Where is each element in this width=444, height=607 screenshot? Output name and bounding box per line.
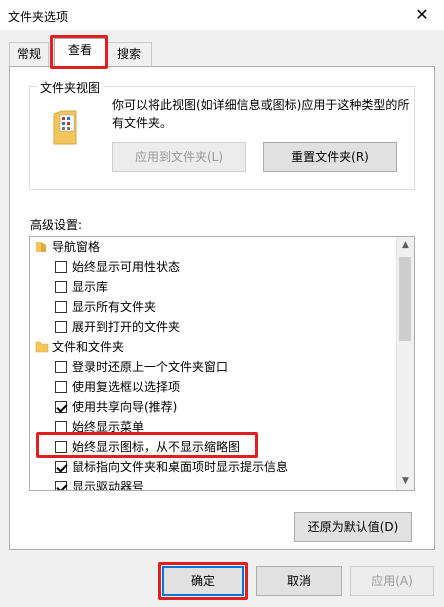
checkbox[interactable] (55, 381, 67, 393)
tab-general[interactable]: 常规 (9, 42, 49, 66)
checkbox[interactable] (55, 321, 67, 333)
checkbox[interactable] (55, 281, 67, 293)
option-label: 使用共享向导(推荐) (72, 400, 178, 414)
scrollbar-thumb[interactable] (399, 257, 411, 341)
checkbox[interactable] (55, 301, 67, 313)
folder-icon (35, 341, 49, 353)
scroll-down-icon[interactable]: ▼ (397, 473, 414, 490)
close-icon[interactable]: ✕ (412, 5, 432, 25)
checkbox[interactable] (55, 261, 67, 273)
checkbox-checked[interactable] (55, 461, 67, 473)
option-label: 使用复选框以选择项 (72, 380, 181, 394)
checkbox-checked[interactable] (55, 481, 67, 490)
option-label: 鼠标指向文件夹和桌面项时显示提示信息 (72, 460, 289, 474)
tab-highlight (50, 35, 108, 69)
window-title: 文件夹选项 (8, 10, 69, 24)
ok-highlight (158, 562, 248, 600)
tab-search[interactable]: 搜索 (106, 42, 152, 66)
cancel-button[interactable]: 取消 (256, 566, 342, 596)
option-label: 登录时还原上一个文件夹窗口 (72, 360, 229, 374)
option-label: 显示驱动器号 (72, 480, 145, 491)
apply-button[interactable]: 应用(A) (350, 566, 434, 596)
reset-folders-button[interactable]: 重置文件夹(R) (263, 142, 397, 172)
checkbox[interactable] (55, 361, 67, 373)
vertical-scrollbar[interactable]: ▲ ▼ (396, 237, 414, 490)
category-label: 导航窗格 (52, 240, 101, 254)
nav-pane-icon (36, 242, 46, 252)
folder-views-description: 你可以将此视图(如详细信息或图标)应用于这种类型的所有文件夹。 (112, 98, 410, 130)
option-highlight (36, 432, 258, 458)
folder-view-icon (53, 110, 77, 145)
option-label: 始终显示可用性状态 (72, 260, 181, 274)
option-label: 显示所有文件夹 (72, 300, 157, 314)
option-label: 展开到打开的文件夹 (72, 320, 181, 334)
advanced-settings-label: 高级设置: (30, 218, 83, 232)
option-label: 显示库 (72, 280, 109, 294)
category-label: 文件和文件夹 (52, 340, 125, 354)
folder-views-label: 文件夹视图 (37, 79, 104, 96)
checkbox-checked[interactable] (55, 401, 67, 413)
scroll-up-icon[interactable]: ▲ (397, 237, 414, 254)
restore-defaults-button[interactable]: 还原为默认值(D) (294, 512, 412, 542)
apply-to-folders-button[interactable]: 应用到文件夹(L) (112, 142, 246, 172)
